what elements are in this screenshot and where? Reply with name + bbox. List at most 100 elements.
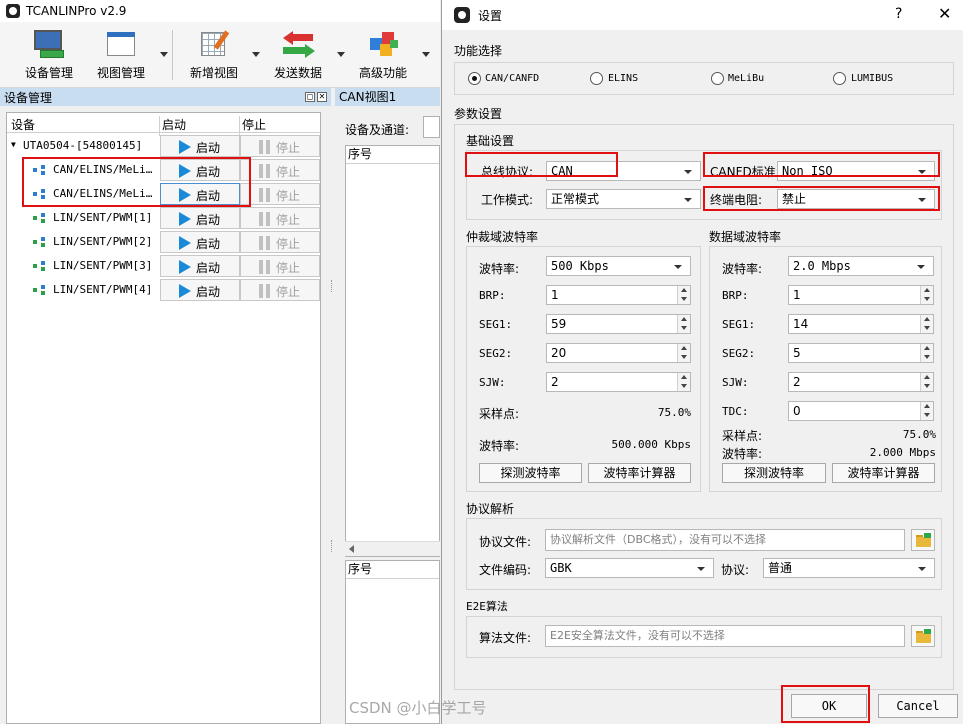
expand-arrow-icon[interactable]: ▼ — [11, 140, 16, 149]
spin-arrows-icon[interactable] — [920, 344, 933, 362]
splitter-handle[interactable] — [331, 280, 335, 292]
data-seg1-input[interactable]: 14 — [788, 314, 934, 334]
arb-seg2-input[interactable]: 20 — [546, 343, 691, 363]
bus-protocol-select[interactable]: CAN — [546, 161, 701, 181]
cancel-button[interactable]: Cancel — [878, 694, 958, 718]
close-icon[interactable]: ✕ — [938, 4, 951, 23]
tab-can-view[interactable]: CAN视图1 — [335, 88, 440, 106]
device-stop-button[interactable]: 停止 — [240, 135, 320, 157]
spin-arrows-icon[interactable] — [677, 315, 690, 333]
channel-stop-button[interactable]: 停止 — [240, 183, 320, 205]
function-select-label: 功能选择 — [454, 44, 503, 58]
arb-baud-calculator-button[interactable]: 波特率计算器 — [588, 463, 691, 483]
pause-icon — [259, 284, 271, 298]
device-panel-header: 设备管理 ◻ ✕ — [0, 88, 331, 106]
channel-stop-button[interactable]: 停止 — [240, 207, 320, 229]
work-mode-select[interactable]: 正常模式 — [546, 189, 701, 209]
canfd-standard-select[interactable]: Non ISO — [777, 161, 935, 181]
data-baud-select-label: 波特率: — [722, 262, 763, 276]
tree-row-channel[interactable]: LIN/SENT/PWM[2] 启动 停止 — [7, 230, 320, 254]
radio-can-canfd[interactable] — [468, 72, 481, 85]
channel-start-button[interactable]: 启动 — [160, 183, 240, 205]
data-tdc-input[interactable]: 0 — [788, 401, 934, 421]
data-baud-select[interactable]: 2.0 Mbps — [788, 256, 934, 276]
data-baud-calculator-button[interactable]: 波特率计算器 — [832, 463, 935, 483]
splitter-handle[interactable] — [331, 540, 335, 552]
arb-detect-baud-button[interactable]: 探测波特率 — [479, 463, 582, 483]
device-start-button[interactable]: 启动 — [160, 135, 240, 157]
advanced-function-dropdown-icon[interactable] — [422, 52, 430, 57]
advanced-function-button[interactable]: 高级功能 — [343, 26, 423, 86]
data-seg2-input[interactable]: 5 — [788, 343, 934, 363]
help-icon[interactable]: ? — [895, 6, 902, 22]
ok-button[interactable]: OK — [791, 694, 867, 718]
tree-row-channel[interactable]: LIN/SENT/PWM[3] 启动 停止 — [7, 254, 320, 278]
arb-sjw-input[interactable]: 2 — [546, 372, 691, 392]
advanced-function-label: 高级功能 — [358, 66, 407, 80]
device-channel-select[interactable] — [423, 116, 440, 138]
view-manager-label: 视图管理 — [96, 66, 145, 80]
view-manager-dropdown-icon[interactable] — [160, 52, 168, 57]
channel-stop-button[interactable]: 停止 — [240, 231, 320, 253]
play-icon — [179, 284, 191, 298]
tree-row-channel[interactable]: CAN/ELINS/MeLi… 启动 停止 — [7, 182, 320, 206]
view-manager-button[interactable]: 视图管理 — [81, 26, 161, 86]
channel-stop-button[interactable]: 停止 — [240, 159, 320, 181]
panel-float-icon[interactable]: ◻ — [305, 92, 315, 102]
data-baud-label: 数据域波特率 — [709, 230, 782, 244]
channel-start-button[interactable]: 启动 — [160, 231, 240, 253]
tree-row-device[interactable]: ▼ UTA0504-[54800145] 启动 停止 — [7, 134, 320, 158]
radio-melibu-label: MeLiBu — [728, 73, 765, 84]
radio-lumibus[interactable] — [833, 72, 846, 85]
channel-start-button[interactable]: 启动 — [160, 207, 240, 229]
device-manager-button[interactable]: 设备管理 — [9, 26, 89, 86]
radio-elins[interactable] — [590, 72, 603, 85]
spin-arrows-icon[interactable] — [920, 402, 933, 420]
arb-seg1-input[interactable]: 59 — [546, 314, 691, 334]
radio-melibu[interactable] — [711, 72, 724, 85]
device-manager-label: 设备管理 — [24, 66, 73, 80]
data-detect-baud-button[interactable]: 探测波特率 — [722, 463, 826, 483]
data-seg1-label: SEG1: — [722, 318, 756, 331]
can-detail-table[interactable]: 序号 — [345, 560, 440, 724]
spin-arrows-icon[interactable] — [920, 373, 933, 391]
open-folder-icon[interactable] — [911, 625, 935, 647]
channel-stop-button[interactable]: 停止 — [240, 255, 320, 277]
arb-brp-label: BRP: — [479, 289, 506, 302]
new-view-label: 新增视图 — [189, 66, 238, 80]
spin-arrows-icon[interactable] — [677, 286, 690, 304]
protocol-file-input[interactable]: 协议解析文件（DBC格式），没有可以不选择 — [545, 529, 905, 551]
channel-start-button[interactable]: 启动 — [160, 279, 240, 301]
pause-icon — [259, 188, 271, 202]
arb-baud-select[interactable]: 500 Kbps — [546, 256, 691, 276]
horizontal-scrollbar[interactable] — [345, 541, 440, 556]
channel-start-button[interactable]: 启动 — [160, 159, 240, 181]
arb-brp-input[interactable]: 1 — [546, 285, 691, 305]
spin-arrows-icon[interactable] — [677, 373, 690, 391]
spin-arrows-icon[interactable] — [920, 286, 933, 304]
termination-select[interactable]: 禁止 — [777, 189, 935, 209]
send-data-button[interactable]: 发送数据 — [258, 26, 338, 86]
can-message-table[interactable]: 序号 — [345, 145, 440, 557]
channel-stop-button[interactable]: 停止 — [240, 279, 320, 301]
advanced-function-icon — [366, 28, 400, 60]
e2e-algorithm-label: E2E算法 — [466, 600, 508, 613]
tree-row-channel[interactable]: LIN/SENT/PWM[4] 启动 停止 — [7, 278, 320, 302]
spin-arrows-icon[interactable] — [677, 344, 690, 362]
new-view-button[interactable]: 新增视图 — [174, 26, 254, 86]
app-logo-icon — [6, 4, 20, 18]
tree-row-channel[interactable]: CAN/ELINS/MeLi… 启动 停止 — [7, 158, 320, 182]
algorithm-file-input[interactable]: E2E安全算法文件，没有可以不选择 — [545, 625, 905, 647]
tree-row-channel[interactable]: LIN/SENT/PWM[1] 启动 停止 — [7, 206, 320, 230]
data-sjw-input[interactable]: 2 — [788, 372, 934, 392]
channel-start-button[interactable]: 启动 — [160, 255, 240, 277]
protocol-type-select[interactable]: 普通 — [763, 558, 935, 578]
data-baud-result-label: 波特率: — [722, 447, 763, 461]
open-folder-icon[interactable] — [911, 529, 935, 551]
data-brp-input[interactable]: 1 — [788, 285, 934, 305]
termination-label: 终端电阻: — [710, 193, 763, 207]
file-encoding-select[interactable]: GBK — [545, 558, 714, 578]
panel-close-icon[interactable]: ✕ — [317, 92, 327, 102]
spin-arrows-icon[interactable] — [920, 315, 933, 333]
protocol-parsing-group: 协议文件: 协议解析文件（DBC格式），没有可以不选择 文件编码: GBK 协议… — [466, 518, 942, 590]
